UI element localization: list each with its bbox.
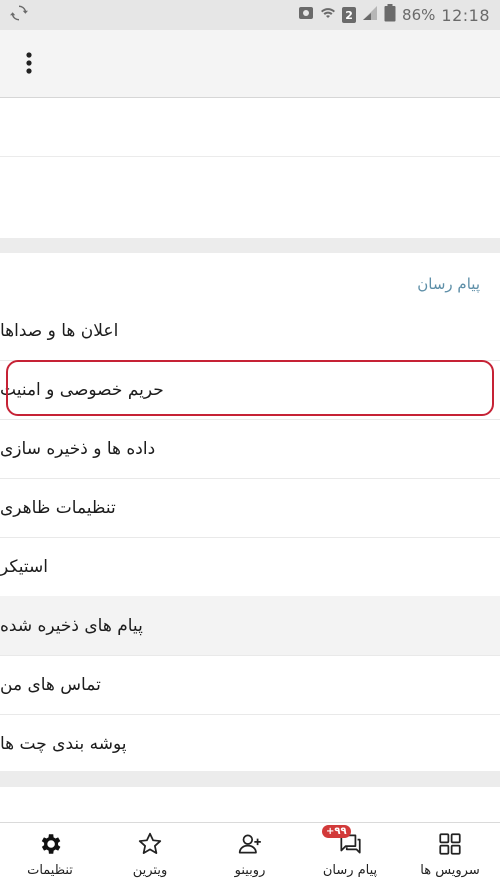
row-divider [0,156,500,157]
grid-icon [436,831,464,857]
settings-item-appearance[interactable]: تنظیمات ظاهری [0,478,500,537]
bottom-navigation: تنظیمات ویترین روبینو +۹۹ پیام رسان سروی… [0,822,500,888]
notification-icon [298,5,314,25]
nav-label: ویترین [132,863,168,878]
battery-percent: 86% [402,6,436,24]
clock: 12:18 [441,5,490,25]
next-settings-block [0,787,500,822]
settings-item-notifications[interactable]: اعلان ها و صداها [0,301,500,360]
nav-item-messenger[interactable]: +۹۹ پیام رسان [300,823,400,888]
nav-item-services[interactable]: سرویس ها [400,823,500,888]
add-user-icon [236,831,264,857]
nav-item-settings[interactable]: تنظیمات [0,823,100,888]
chat-icon: +۹۹ [322,825,364,857]
messenger-settings-section: پیام رسان اعلان ها و صداها حریم خصوصی و … [0,253,500,771]
nav-label: تنظیمات [27,863,73,878]
battery-icon [384,4,396,26]
settings-item-my-contacts[interactable]: تماس های من [0,655,500,714]
sync-icon [10,4,28,26]
section-header: پیام رسان [417,275,480,293]
settings-item-data-storage[interactable]: داده ها و ذخیره سازی [0,419,500,478]
unread-badge: +۹۹ [322,825,351,838]
settings-item-label: پیام های ذخیره شده [0,615,143,636]
top-settings-block [0,98,500,238]
gear-icon [36,831,64,857]
signal-icon [362,5,378,25]
nav-label: سرویس ها [420,863,480,878]
sim-badge: 2 [342,7,357,23]
nav-label: پیام رسان [322,863,378,878]
settings-item-privacy-security[interactable]: حریم خصوصی و امنیت [0,360,500,419]
more-vertical-icon [26,52,32,78]
settings-item-label: تماس های من [0,674,101,695]
settings-item-label: اعلان ها و صداها [0,320,119,341]
nav-label: روبینو [234,863,266,878]
settings-item-sticker[interactable]: استیکر [0,537,500,596]
settings-item-label: تنظیمات ظاهری [0,497,116,518]
settings-item-label: استیکر [0,556,48,577]
status-left [10,4,28,26]
settings-item-label: حریم خصوصی و امنیت [0,379,164,400]
settings-item-label: پوشه بندی چت ها [0,733,127,754]
settings-item-chat-folders[interactable]: پوشه بندی چت ها [0,714,500,773]
settings-item-saved-messages[interactable]: پیام های ذخیره شده [0,596,500,655]
wifi-icon [320,5,336,25]
settings-item-label: داده ها و ذخیره سازی [0,438,156,459]
overflow-menu-button[interactable] [14,50,44,80]
nav-item-showcase[interactable]: ویترین [100,823,200,888]
nav-item-rubino[interactable]: روبینو [200,823,300,888]
status-bar: 2 86% 12:18 [0,0,500,30]
app-bar [0,30,500,98]
star-icon [136,831,164,857]
status-right: 2 86% 12:18 [298,4,490,26]
